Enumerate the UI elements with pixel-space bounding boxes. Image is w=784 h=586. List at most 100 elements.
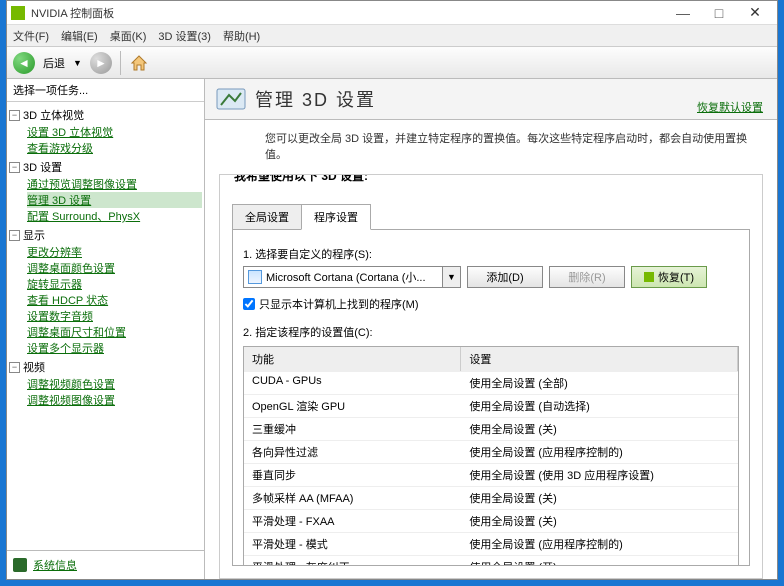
menu-3d[interactable]: 3D 设置(3) [158, 28, 211, 44]
table-row[interactable]: CUDA - GPUs使用全局设置 (全部) [244, 371, 738, 394]
collapse-icon[interactable]: − [9, 110, 20, 121]
menu-edit[interactable]: 编辑(E) [61, 28, 98, 44]
menubar: 文件(F) 编辑(E) 桌面(K) 3D 设置(3) 帮助(H) [7, 25, 777, 47]
settings-table-header: 功能 设置 [244, 347, 738, 371]
home-icon[interactable] [129, 53, 149, 73]
sidebar-header: 选择一项任务... [7, 79, 204, 102]
row-feature: 多帧采样 AA (MFAA) [244, 487, 461, 509]
table-row[interactable]: 平滑处理 - 模式使用全局设置 (应用程序控制的) [244, 532, 738, 555]
collapse-icon[interactable]: − [9, 362, 20, 373]
tab-global[interactable]: 全局设置 [232, 204, 302, 230]
row-feature: 平滑处理 - 模式 [244, 533, 461, 555]
table-row[interactable]: 各向异性过滤使用全局设置 (应用程序控制的) [244, 440, 738, 463]
page-title: 管理 3D 设置 [255, 86, 376, 112]
table-row[interactable]: OpenGL 渲染 GPU使用全局设置 (自动选择) [244, 394, 738, 417]
menu-file[interactable]: 文件(F) [13, 28, 49, 44]
cortana-icon [248, 270, 262, 284]
table-row[interactable]: 垂直同步使用全局设置 (使用 3D 应用程序设置) [244, 463, 738, 486]
row-value: 使用全局设置 (自动选择) [461, 395, 738, 417]
tree-item[interactable]: 管理 3D 设置 [27, 192, 202, 208]
row-value: 使用全局设置 (关) [461, 487, 738, 509]
maximize-button[interactable]: □ [701, 2, 737, 24]
row-value: 使用全局设置 (使用 3D 应用程序设置) [461, 464, 738, 486]
nvidia-icon [11, 6, 25, 20]
sidebar: 选择一项任务... −3D 立体视觉设置 3D 立体视觉查看游戏分级−3D 设置… [7, 79, 205, 579]
tree-item[interactable]: 旋转显示器 [27, 276, 202, 292]
table-row[interactable]: 三重缓冲使用全局设置 (关) [244, 417, 738, 440]
tree-group[interactable]: −视频 [9, 358, 202, 376]
row-feature: 各向异性过滤 [244, 441, 461, 463]
tree-group[interactable]: −3D 设置 [9, 158, 202, 176]
tree-group-label: 3D 立体视觉 [23, 107, 84, 123]
back-dropdown-icon[interactable]: ▼ [73, 58, 82, 68]
row-value: 使用全局设置 (开) [461, 556, 738, 566]
row-value: 使用全局设置 (全部) [461, 372, 738, 394]
table-row[interactable]: 多帧采样 AA (MFAA)使用全局设置 (关) [244, 486, 738, 509]
close-button[interactable]: ✕ [737, 2, 773, 24]
tree-item[interactable]: 查看游戏分级 [27, 140, 202, 156]
tab-panel-program: 1. 选择要自定义的程序(S): Microsoft Cortana (Cort… [232, 229, 750, 566]
sidebar-footer: 系统信息 [7, 550, 204, 579]
tree-item[interactable]: 调整视频颜色设置 [27, 376, 202, 392]
tree-item[interactable]: 设置数字音频 [27, 308, 202, 324]
row-value: 使用全局设置 (应用程序控制的) [461, 441, 738, 463]
main-panel: 管理 3D 设置 恢复默认设置 您可以更改全局 3D 设置，并建立特定程序的置换… [205, 79, 777, 579]
restore-button-label: 恢复(T) [658, 272, 694, 284]
program-select-value: Microsoft Cortana (Cortana (小... [266, 269, 442, 285]
page-description: 您可以更改全局 3D 设置，并建立特定程序的置换值。每次这些特定程序启动时，都会… [205, 120, 777, 168]
settings-groupbox: 我希望使用以下 3D 设置: 全局设置 程序设置 1. 选择要自定义的程序(S)… [219, 174, 763, 579]
menu-desktop[interactable]: 桌面(K) [110, 28, 147, 44]
system-info-link[interactable]: 系统信息 [33, 557, 77, 573]
step2-label: 2. 指定该程序的设置值(C): [243, 324, 739, 340]
tree-group[interactable]: −3D 立体视觉 [9, 106, 202, 124]
window-title: NVIDIA 控制面板 [31, 5, 114, 21]
toolbar-separator [120, 51, 121, 75]
tree-item[interactable]: 调整桌面尺寸和位置 [27, 324, 202, 340]
tree-item[interactable]: 调整桌面颜色设置 [27, 260, 202, 276]
tab-strip: 全局设置 程序设置 [232, 203, 750, 229]
settings-table: 功能 设置 CUDA - GPUs使用全局设置 (全部)OpenGL 渲染 GP… [243, 346, 739, 566]
remove-button: 删除(R) [549, 266, 625, 288]
collapse-icon[interactable]: − [9, 162, 20, 173]
chevron-down-icon: ▼ [442, 267, 460, 287]
row-value: 使用全局设置 (应用程序控制的) [461, 533, 738, 555]
sysinfo-icon [13, 558, 27, 572]
only-found-checkbox[interactable]: 只显示本计算机上找到的程序(M) [243, 296, 739, 312]
groupbox-legend: 我希望使用以下 3D 设置: [230, 174, 372, 184]
minimize-button[interactable]: — [665, 2, 701, 24]
tree-group-label: 视频 [23, 359, 45, 375]
tab-program[interactable]: 程序设置 [301, 204, 371, 230]
program-select[interactable]: Microsoft Cortana (Cortana (小... ▼ [243, 266, 461, 288]
back-button[interactable]: ◄ [13, 52, 35, 74]
tree-item[interactable]: 设置多个显示器 [27, 340, 202, 356]
table-row[interactable]: 平滑处理 - FXAA使用全局设置 (关) [244, 509, 738, 532]
col-setting: 设置 [461, 347, 738, 371]
row-feature: 平滑处理 - 灰度纠正 [244, 556, 461, 566]
row-value: 使用全局设置 (关) [461, 418, 738, 440]
toolbar: ◄ 后退 ▼ ► [7, 47, 777, 79]
table-row[interactable]: 平滑处理 - 灰度纠正使用全局设置 (开) [244, 555, 738, 566]
tree-group-label: 显示 [23, 227, 45, 243]
nvidia-square-icon [644, 272, 654, 282]
only-found-label: 只显示本计算机上找到的程序(M) [259, 296, 419, 312]
menu-help[interactable]: 帮助(H) [223, 28, 260, 44]
tree-item[interactable]: 查看 HDCP 状态 [27, 292, 202, 308]
row-feature: CUDA - GPUs [244, 372, 461, 394]
tree-item[interactable]: 调整视频图像设置 [27, 392, 202, 408]
tree-item[interactable]: 设置 3D 立体视觉 [27, 124, 202, 140]
page-header: 管理 3D 设置 恢复默认设置 [205, 79, 777, 120]
add-button[interactable]: 添加(D) [467, 266, 543, 288]
restore-program-button[interactable]: 恢复(T) [631, 266, 707, 288]
restore-defaults-link[interactable]: 恢复默认设置 [697, 99, 763, 115]
tree-item[interactable]: 更改分辨率 [27, 244, 202, 260]
header-icon [215, 83, 247, 115]
collapse-icon[interactable]: − [9, 230, 20, 241]
task-tree: −3D 立体视觉设置 3D 立体视觉查看游戏分级−3D 设置通过预览调整图像设置… [7, 102, 204, 550]
row-value: 使用全局设置 (关) [461, 510, 738, 532]
only-found-checkbox-input[interactable] [243, 298, 255, 310]
tree-item[interactable]: 配置 Surround、PhysX [27, 208, 202, 224]
tree-group[interactable]: −显示 [9, 226, 202, 244]
tree-item[interactable]: 通过预览调整图像设置 [27, 176, 202, 192]
row-feature: 三重缓冲 [244, 418, 461, 440]
forward-button[interactable]: ► [90, 52, 112, 74]
